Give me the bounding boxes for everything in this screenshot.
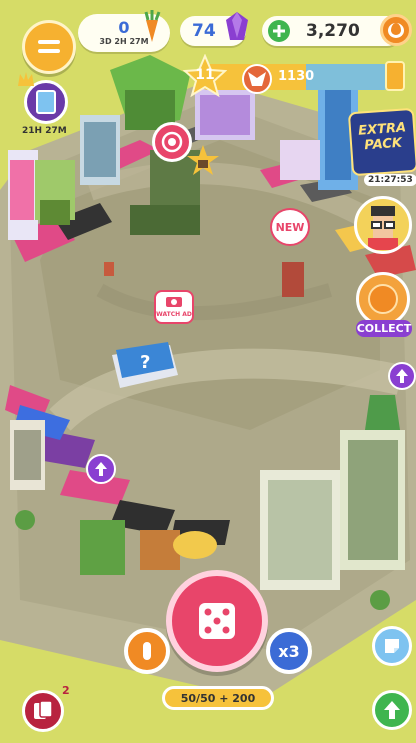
extra-pack-timer: 21:27:53: [364, 174, 416, 186]
lock-star-icon: [187, 145, 219, 175]
level-number: 11: [195, 67, 215, 83]
coins-count: 3,270: [306, 21, 360, 41]
arrow-up-icon: [384, 701, 400, 719]
character-face-icon: [368, 206, 398, 250]
character-avatar-button[interactable]: [354, 196, 412, 254]
rolls-counter: 50/50 + 200: [162, 686, 274, 710]
cards-icon: [34, 700, 53, 719]
stickers-button[interactable]: [372, 626, 412, 666]
dice-multiplier-label: x3: [278, 641, 300, 661]
game-board-scene: ? 0 3D 2H 27M 74 3,270 11 1130 21H 27M E…: [0, 0, 416, 743]
new-badge[interactable]: NEW: [270, 208, 310, 246]
event-counter: 0: [118, 17, 130, 37]
shield-button[interactable]: [124, 628, 170, 674]
arrow-up-icon: [396, 369, 408, 383]
watch-ad-label: WATCH AD: [156, 311, 192, 318]
plus-icon: [273, 25, 285, 37]
roll-dice-button[interactable]: [166, 570, 268, 672]
card-album-timer: 21H 27M: [22, 126, 67, 136]
add-coins-button[interactable]: [268, 20, 290, 42]
extra-pack-button[interactable]: EXTRA PACK: [347, 107, 416, 177]
collect-coins-button[interactable]: [356, 272, 410, 326]
target-icon: [161, 131, 183, 153]
coin-icon: [380, 14, 412, 46]
gems-count: 74: [192, 21, 216, 41]
card-album-button[interactable]: [24, 80, 68, 124]
gem-icon: [226, 12, 248, 40]
cards-badge-count: 2: [62, 684, 70, 697]
sticker-icon: [385, 639, 399, 653]
card-album-icon: [36, 90, 56, 114]
fox-icon: [248, 72, 266, 86]
upgrade-arrow-right[interactable]: [388, 362, 416, 390]
menu-icon: [38, 40, 60, 53]
rolls-label: 50/50 + 200: [180, 691, 256, 705]
shield-icon: [143, 642, 151, 660]
menu-button[interactable]: [22, 20, 76, 74]
dice-icon: [199, 603, 235, 639]
camera-icon: [166, 297, 182, 307]
dice-multiplier-button[interactable]: x3: [266, 628, 312, 674]
xp-value: 1130: [278, 69, 315, 84]
arrow-up-icon: [95, 462, 107, 476]
carrot-icon: [144, 10, 161, 42]
crown-icon: [18, 72, 34, 86]
watch-ad-button[interactable]: WATCH AD: [154, 290, 194, 324]
new-badge-label: NEW: [275, 220, 305, 234]
fox-avatar: [242, 64, 272, 94]
collect-coin-icon: [368, 284, 398, 314]
upgrade-arrow-left[interactable]: [86, 454, 116, 484]
svg-text:?: ?: [140, 352, 150, 373]
collect-label[interactable]: COLLECT: [356, 320, 412, 337]
cards-button[interactable]: [22, 690, 64, 732]
gold-card-icon: [385, 61, 405, 91]
upgrade-buildings-button[interactable]: [372, 690, 412, 730]
